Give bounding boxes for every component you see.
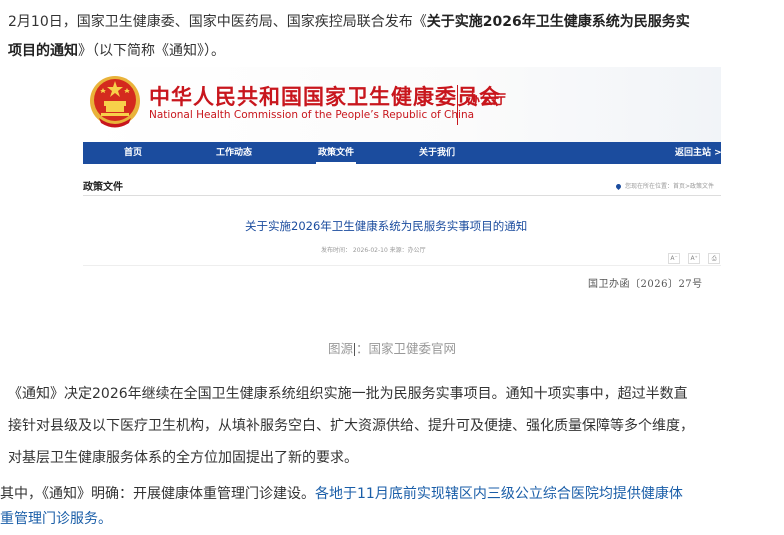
article-tools: A⁻ A⁺ ⎙ bbox=[665, 245, 721, 264]
intro-paragraph: 2月10日，国家卫生健康委、国家中医药局、国家疾控局联合发布《关于实施2026年… bbox=[8, 8, 784, 66]
intro-line-2: 项目的通知》（以下简称《通知》）。 bbox=[8, 37, 784, 66]
notice-title-bold-end: 项目的通知 bbox=[8, 43, 78, 59]
breadcrumb-text[interactable]: 您现在所在位置：首页>政策文件 bbox=[625, 183, 714, 190]
body-line-1: 《通知》决定2026年继续在全国卫生健康系统组织实施一批为民服务实事项目。通知十… bbox=[8, 386, 688, 402]
nav-return-main-site[interactable]: 返回主站 > bbox=[675, 142, 721, 164]
intro-text-end: 》（以下简称《通知》）。 bbox=[78, 43, 225, 59]
text-cursor bbox=[354, 343, 355, 356]
nhc-website-screenshot: 中华人民共和国国家卫生健康委员会 National Health Commiss… bbox=[83, 67, 721, 299]
nav-policy-docs[interactable]: 政策文件 bbox=[315, 142, 357, 164]
org-name-cn: 中华人民共和国国家卫生健康委员会 bbox=[149, 84, 501, 109]
font-increase-button[interactable]: A⁺ bbox=[688, 253, 701, 264]
nav-about-us[interactable]: 关于我们 bbox=[419, 142, 455, 164]
weight-clinic-paragraph: 其中，《通知》明确：开展健康体重管理门诊建设。各地于11月底前实现辖区内三级公立… bbox=[0, 482, 784, 532]
intro-line-1: 2月10日，国家卫生健康委、国家中医药局、国家疾控局联合发布《关于实施2026年… bbox=[8, 8, 784, 37]
national-emblem-icon bbox=[90, 76, 140, 128]
nav-home[interactable]: 首页 bbox=[124, 142, 142, 164]
site-banner: 中华人民共和国国家卫生健康委员会 National Health Commiss… bbox=[83, 67, 721, 142]
font-decrease-button[interactable]: A⁻ bbox=[668, 253, 680, 264]
meta-divider bbox=[83, 265, 721, 266]
image-caption: 图源 ：国家卫健委官网 bbox=[0, 338, 784, 357]
last-line-1: 其中，《通知》明确：开展健康体重管理门诊建设。各地于11月底前实现辖区内三级公立… bbox=[0, 482, 784, 507]
location-pin-icon bbox=[614, 182, 623, 191]
last-text: 其中，《通知》明确：开展健康体重管理门诊建设。 bbox=[0, 486, 315, 502]
breadcrumb: 您现在所在位置：首页>政策文件 bbox=[614, 181, 714, 191]
section-title: 政策文件 bbox=[83, 182, 123, 193]
print-icon[interactable]: ⎙ bbox=[708, 253, 721, 264]
body-line-2: 接针对县级及以下医疗卫生机构，从填补服务空白、扩大资源供给、提升可及便捷、强化质… bbox=[8, 418, 694, 434]
site-nav-bar: 首页 工作动态 政策文件 关于我们 返回主站 > bbox=[83, 142, 721, 164]
caption-prefix: 图源 bbox=[327, 341, 353, 356]
body-line-3: 对基层卫生健康服务体系的全方位加固提出了新的要求。 bbox=[8, 450, 358, 466]
nav-work-news[interactable]: 工作动态 bbox=[216, 142, 252, 164]
article-title: 关于实施2026年卫生健康系统为民服务实事项目的通知 bbox=[245, 219, 528, 233]
body-paragraph: 《通知》决定2026年继续在全国卫生健康系统组织实施一批为民服务实事项目。通知十… bbox=[8, 378, 784, 474]
publish-meta: 发布时间： 2026-02-10 来源：办公厅 bbox=[321, 247, 426, 254]
notice-title-bold: 关于实施2026年卫生健康系统为民服务实 bbox=[426, 14, 690, 30]
document-number: 国卫办函〔2026〕27号 bbox=[588, 279, 703, 290]
article-page: 2月10日，国家卫生健康委、国家中医药局、国家疾控局联合发布《关于实施2026年… bbox=[0, 0, 784, 535]
office-name: 办公厅 bbox=[467, 93, 507, 108]
highlight-text: 各地于11月底前实现辖区内三级公立综合医院均提供健康体 bbox=[315, 486, 683, 502]
org-name-en: National Health Commission of the People… bbox=[149, 109, 475, 121]
banner-divider bbox=[457, 85, 458, 125]
section-divider bbox=[83, 195, 721, 196]
intro-text: 2月10日，国家卫生健康委、国家中医药局、国家疾控局联合发布《 bbox=[8, 14, 427, 30]
last-line-2: 重管理门诊服务。 bbox=[0, 511, 112, 527]
caption-source: ：国家卫健委官网 bbox=[356, 341, 457, 356]
